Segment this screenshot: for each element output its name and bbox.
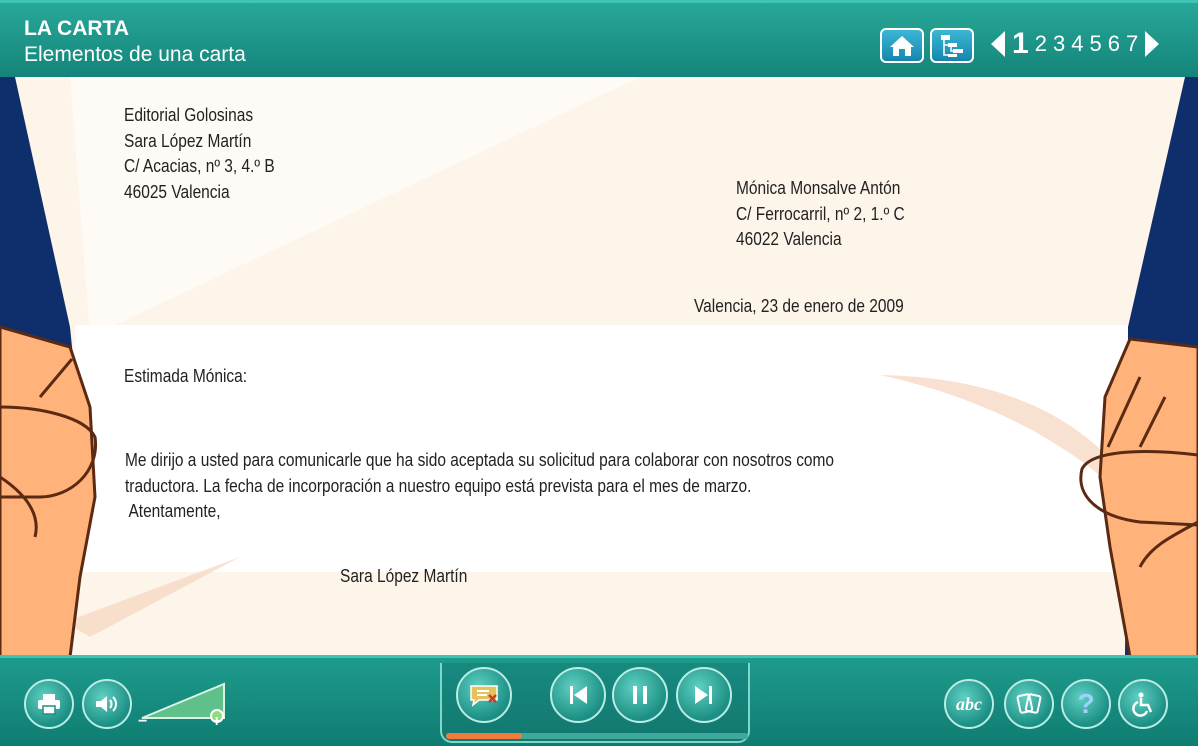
index-tree-icon (941, 34, 963, 57)
header-bar: LA CARTA Elementos de una carta 1 2 3 4 … (0, 0, 1198, 77)
subtitles-button[interactable] (456, 667, 512, 723)
volume-minus-label: − (138, 713, 148, 730)
letter-greeting: Estimada Mónica: (124, 366, 248, 386)
pause-button[interactable] (612, 667, 668, 723)
volume-plus-label: + (212, 713, 222, 730)
prev-page-icon[interactable] (990, 30, 1006, 58)
body-line: Me dirijo a usted para comunicarle que h… (125, 450, 835, 470)
page-link-6[interactable]: 6 (1108, 31, 1120, 57)
page-link-1[interactable]: 1 (1012, 27, 1029, 61)
sender-line: 46025 Valencia (124, 181, 230, 202)
lesson-progress-bar (446, 733, 748, 739)
sender-line: Editorial Golosinas (124, 105, 254, 125)
skip-forward-icon (695, 686, 712, 704)
page-navigator: 1 2 3 4 5 6 7 (990, 27, 1160, 61)
page-link-5[interactable]: 5 (1089, 31, 1101, 57)
sender-address: Editorial Golosinas Sara López Martín C/… (124, 103, 275, 205)
body-line: traductora. La fecha de incorporación a … (125, 475, 752, 496)
help-button[interactable]: ? (1061, 679, 1111, 729)
cards-icon (1016, 693, 1042, 714)
letter-body: Me dirijo a usted para comunicarle que h… (125, 448, 834, 525)
page-link-4[interactable]: 4 (1071, 31, 1083, 57)
wheelchair-icon (1132, 692, 1153, 717)
recipient-line: C/ Ferrocarril, nº 2, 1.º C (736, 203, 905, 224)
page-link-7[interactable]: 7 (1126, 31, 1138, 57)
accessibility-button[interactable] (1118, 679, 1168, 729)
speaker-icon (96, 696, 117, 712)
printer-icon (38, 694, 60, 715)
letter-closing: Atentamente, (125, 501, 221, 521)
letter-date: Valencia, 23 de enero de 2009 (694, 296, 904, 316)
page-title: LA CARTA (24, 17, 129, 40)
home-icon (890, 35, 914, 56)
index-button[interactable] (930, 28, 974, 63)
sender-line: Sara López Martín (124, 130, 252, 151)
lesson-progress-fill (446, 733, 522, 739)
sound-button[interactable] (82, 679, 132, 729)
letter-signature: Sara López Martín (340, 566, 468, 586)
rewind-button[interactable] (550, 667, 606, 723)
subtitles-icon (470, 685, 498, 707)
page-link-3[interactable]: 3 (1053, 31, 1065, 57)
recipient-line: Mónica Monsalve Antón (736, 178, 901, 198)
activities-button[interactable] (1004, 679, 1054, 729)
recipient-address: Mónica Monsalve Antón C/ Ferrocarril, nº… (736, 176, 905, 253)
home-button[interactable] (880, 28, 924, 63)
letter-stage: Editorial Golosinas Sara López Martín C/… (0, 77, 1198, 657)
skip-back-icon (570, 686, 587, 704)
sender-line: C/ Acacias, nº 3, 4.º B (124, 156, 275, 176)
page-subtitle: Elementos de una carta (24, 43, 246, 66)
media-controls-panel (440, 663, 750, 743)
page-link-2[interactable]: 2 (1035, 31, 1047, 57)
recipient-line: 46022 Valencia (736, 229, 842, 249)
abc-button[interactable]: abc (944, 679, 994, 729)
forward-button[interactable] (676, 667, 732, 723)
print-button[interactable] (24, 679, 74, 729)
pause-icon (633, 686, 647, 704)
next-page-icon[interactable] (1144, 30, 1160, 58)
